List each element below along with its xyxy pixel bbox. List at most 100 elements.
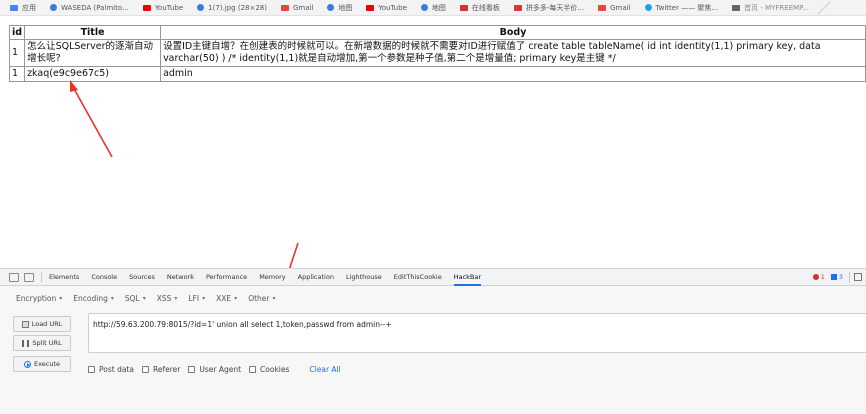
checkbox[interactable] bbox=[141, 366, 149, 373]
option-referer[interactable]: Referer bbox=[141, 365, 181, 374]
tab-network[interactable]: Network bbox=[167, 273, 194, 281]
inspect-icon[interactable] bbox=[9, 272, 19, 282]
cell-body: 设置ID主键自增？在创建表的时候就可以。在新增数据的时候就不需要对ID进行赋值了… bbox=[160, 39, 866, 67]
decorative-stroke bbox=[818, 0, 830, 16]
menu-other[interactable]: Other ▾ bbox=[248, 294, 275, 303]
cell-title: zkaq(e9c9e67c5) bbox=[24, 66, 162, 82]
cell-id: 1 bbox=[8, 66, 26, 82]
button-label: Execute bbox=[34, 360, 60, 368]
url-textarea[interactable]: http://59.63.200.79:8015/?id=1' union al… bbox=[88, 313, 866, 353]
bookmark-pdd[interactable]: 拼多多-每天半价... bbox=[513, 3, 585, 13]
option-user-agent[interactable]: User Agent bbox=[188, 365, 241, 374]
bookmark-board[interactable]: 在线看板 bbox=[459, 3, 500, 13]
globe-icon bbox=[420, 4, 428, 11]
cell-title: 怎么让SQLServer的逐渐自动增长呢? bbox=[24, 39, 162, 67]
bookmark-gmail-2[interactable]: Gmail bbox=[598, 3, 631, 12]
apps-icon bbox=[10, 4, 18, 11]
menu-xxe[interactable]: XXE ▾ bbox=[216, 294, 237, 303]
menu-lfi[interactable]: LFI ▾ bbox=[188, 294, 205, 303]
execute-button[interactable]: Execute bbox=[13, 356, 71, 372]
bookmark-map-2[interactable]: 地图 bbox=[420, 3, 446, 13]
menu-sql[interactable]: SQL ▾ bbox=[125, 294, 146, 303]
error-icon bbox=[812, 274, 819, 280]
menu-label: Encryption bbox=[16, 293, 57, 303]
bookmark-label: 地图 bbox=[431, 3, 446, 12]
bookmark-label: YouTube bbox=[378, 3, 407, 12]
tab-console[interactable]: Console bbox=[91, 273, 117, 281]
bookmark-twitter[interactable]: Twitter —— 聚焦... bbox=[644, 3, 718, 13]
menu-label: LFI bbox=[188, 293, 200, 303]
bookmark-image[interactable]: 1(7).jpg (28×28) bbox=[197, 4, 267, 12]
split-icon bbox=[22, 339, 30, 347]
button-label: Load URL bbox=[31, 320, 63, 328]
option-cookies[interactable]: Cookies bbox=[249, 365, 289, 374]
caret-down-icon: ▾ bbox=[59, 294, 63, 302]
clear-all-link[interactable]: Clear All bbox=[309, 365, 340, 374]
device-toolbar-icon[interactable] bbox=[24, 272, 34, 282]
bookmark-label: 在线看板 bbox=[471, 3, 500, 12]
menu-encryption[interactable]: Encryption ▾ bbox=[16, 294, 62, 303]
page-icon bbox=[732, 4, 741, 11]
menu-xss[interactable]: XSS ▾ bbox=[157, 294, 178, 303]
globe-icon bbox=[327, 4, 335, 11]
bookmark-myfreemp[interactable]: 首页 - MYFREEMP... bbox=[732, 3, 809, 13]
bookmark-label: 首页 - MYFREEMP... bbox=[744, 3, 809, 12]
message-count: 3 bbox=[838, 273, 843, 281]
button-label: Split URL bbox=[32, 339, 62, 347]
menu-label: XSS bbox=[156, 293, 172, 303]
bookmark-apps[interactable]: 应用 bbox=[10, 3, 36, 13]
menu-label: XXE bbox=[216, 293, 232, 303]
bookmark-waseda[interactable]: WASEDA (Palmito... bbox=[50, 4, 129, 12]
settings-icon[interactable] bbox=[854, 273, 862, 281]
menu-encoding[interactable]: Encoding ▾ bbox=[73, 294, 114, 303]
error-badge[interactable]: 1 bbox=[812, 273, 825, 281]
tab-application[interactable]: Application bbox=[298, 273, 334, 281]
menu-label: SQL bbox=[124, 293, 140, 303]
option-label: User Agent bbox=[199, 365, 242, 374]
message-icon bbox=[830, 274, 837, 280]
header-title: Title bbox=[24, 25, 162, 40]
gmail-icon bbox=[598, 4, 607, 11]
tab-hackbar[interactable]: HackBar bbox=[453, 269, 482, 286]
option-label: Referer bbox=[152, 365, 181, 374]
globe-icon bbox=[50, 4, 57, 11]
youtube-icon bbox=[366, 4, 375, 11]
tab-elements[interactable]: Elements bbox=[49, 273, 79, 281]
caret-down-icon: ▾ bbox=[272, 294, 276, 302]
bookmark-label: Gmail bbox=[292, 3, 314, 12]
bookmark-youtube[interactable]: YouTube bbox=[142, 4, 183, 12]
tab-lighthouse[interactable]: Lighthouse bbox=[346, 273, 382, 281]
tab-editthiscookie[interactable]: EditThisCookie bbox=[394, 273, 442, 281]
bookmark-youtube-2[interactable]: YouTube bbox=[366, 3, 407, 12]
option-post-data[interactable]: Post data bbox=[88, 365, 134, 374]
message-badge[interactable]: 3 bbox=[830, 273, 843, 281]
twitter-icon bbox=[644, 4, 652, 11]
split-url-button[interactable]: Split URL bbox=[13, 335, 71, 351]
devtools-tab-bar: Elements Console Sources Network Perform… bbox=[0, 269, 866, 286]
checkbox[interactable] bbox=[188, 366, 196, 373]
tab-memory[interactable]: Memory bbox=[259, 273, 285, 281]
header-body: Body bbox=[160, 25, 866, 40]
gmail-icon bbox=[280, 4, 289, 11]
caret-down-icon: ▾ bbox=[234, 294, 238, 302]
divider bbox=[849, 271, 850, 283]
header-id: id bbox=[8, 25, 26, 40]
bookmark-label: 地图 bbox=[338, 3, 353, 12]
checkbox[interactable] bbox=[88, 366, 95, 373]
table-header-row: id Title Body bbox=[8, 25, 866, 40]
bookmark-map[interactable]: 地图 bbox=[327, 3, 352, 13]
hackbar-options: Post data Referer User Agent Cookies Cle… bbox=[88, 365, 341, 374]
bookmark-label: 拼多多-每天半价... bbox=[525, 3, 585, 12]
bookmark-label: Gmail bbox=[610, 3, 631, 12]
tab-sources[interactable]: Sources bbox=[129, 273, 155, 281]
caret-down-icon: ▾ bbox=[202, 294, 206, 302]
load-url-button[interactable]: Load URL bbox=[13, 316, 71, 332]
checkbox[interactable] bbox=[249, 366, 257, 373]
youtube-icon bbox=[142, 4, 151, 11]
caret-down-icon: ▾ bbox=[174, 294, 178, 302]
error-count: 1 bbox=[820, 273, 825, 281]
cell-id: 1 bbox=[8, 39, 26, 67]
tab-performance[interactable]: Performance bbox=[206, 273, 247, 281]
devtools-status: 1 3 bbox=[812, 269, 866, 285]
bookmark-gmail[interactable]: Gmail bbox=[280, 3, 314, 12]
